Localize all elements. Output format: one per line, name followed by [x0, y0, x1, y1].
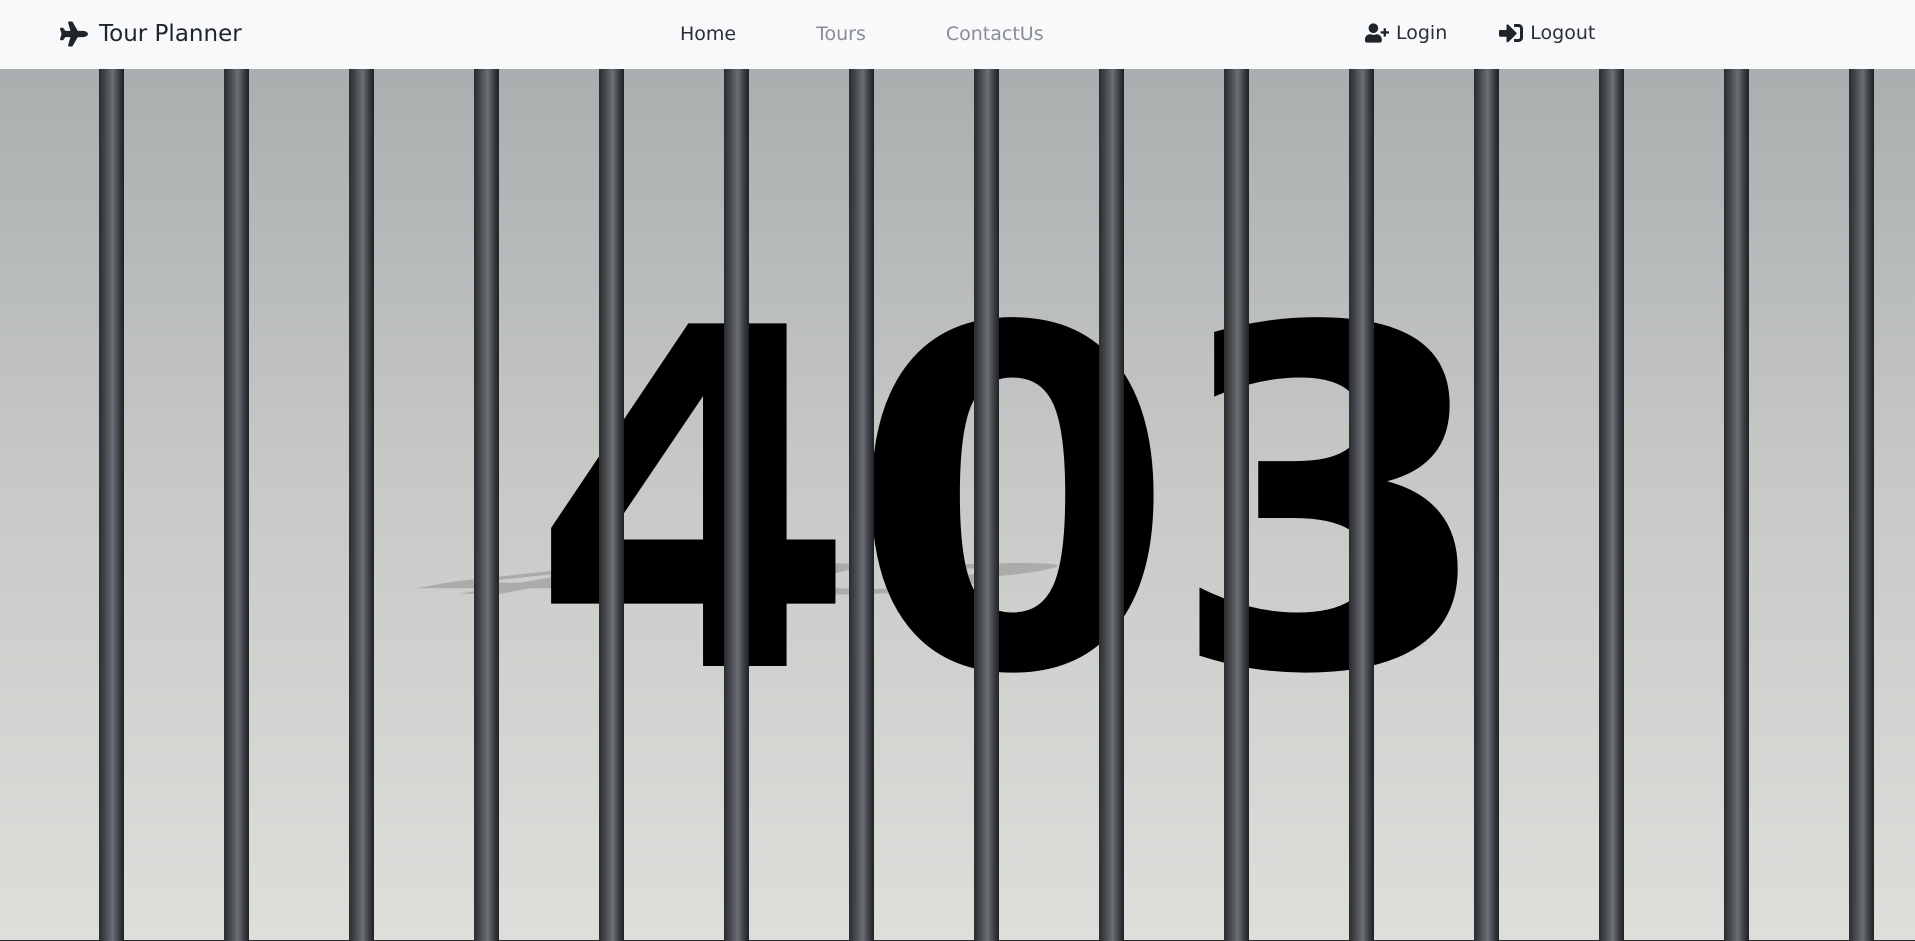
jail-bar [1599, 69, 1624, 941]
jail-bar [724, 69, 749, 941]
login-link[interactable]: Login [1365, 21, 1447, 45]
logout-link[interactable]: Logout [1499, 21, 1595, 45]
jail-bar [974, 69, 999, 941]
jail-bar [1349, 69, 1374, 941]
brand-link[interactable]: Tour Planner [60, 20, 242, 48]
brand-label: Tour Planner [99, 21, 242, 47]
auth-links: Login Logout [1365, 21, 1647, 45]
jail-bar [1224, 69, 1249, 941]
nav-home[interactable]: Home [680, 23, 736, 45]
jail-bar [224, 69, 249, 941]
jail-bar [1724, 69, 1749, 941]
login-label: Login [1396, 22, 1448, 44]
jail-bar [474, 69, 499, 941]
nav-contactus[interactable]: ContactUs [946, 23, 1044, 45]
jail-bar [1849, 69, 1874, 941]
plane-icon [60, 21, 88, 47]
jail-bar [349, 69, 374, 941]
jail-bar [849, 69, 874, 941]
error-code: 403 [530, 230, 1495, 777]
top-navbar: Tour Planner Home Tours ContactUs Login … [0, 0, 1915, 69]
main-nav: Home Tours ContactUs [680, 23, 1124, 45]
jail-bar [599, 69, 624, 941]
jail-bar [1099, 69, 1124, 941]
logout-label: Logout [1530, 22, 1596, 44]
jail-bar [99, 69, 124, 941]
error-stage: 403 403 [0, 69, 1915, 941]
jail-bar [1474, 69, 1499, 941]
sign-in-icon [1499, 24, 1524, 43]
nav-tours[interactable]: Tours [816, 23, 866, 45]
user-plus-icon [1365, 23, 1389, 43]
